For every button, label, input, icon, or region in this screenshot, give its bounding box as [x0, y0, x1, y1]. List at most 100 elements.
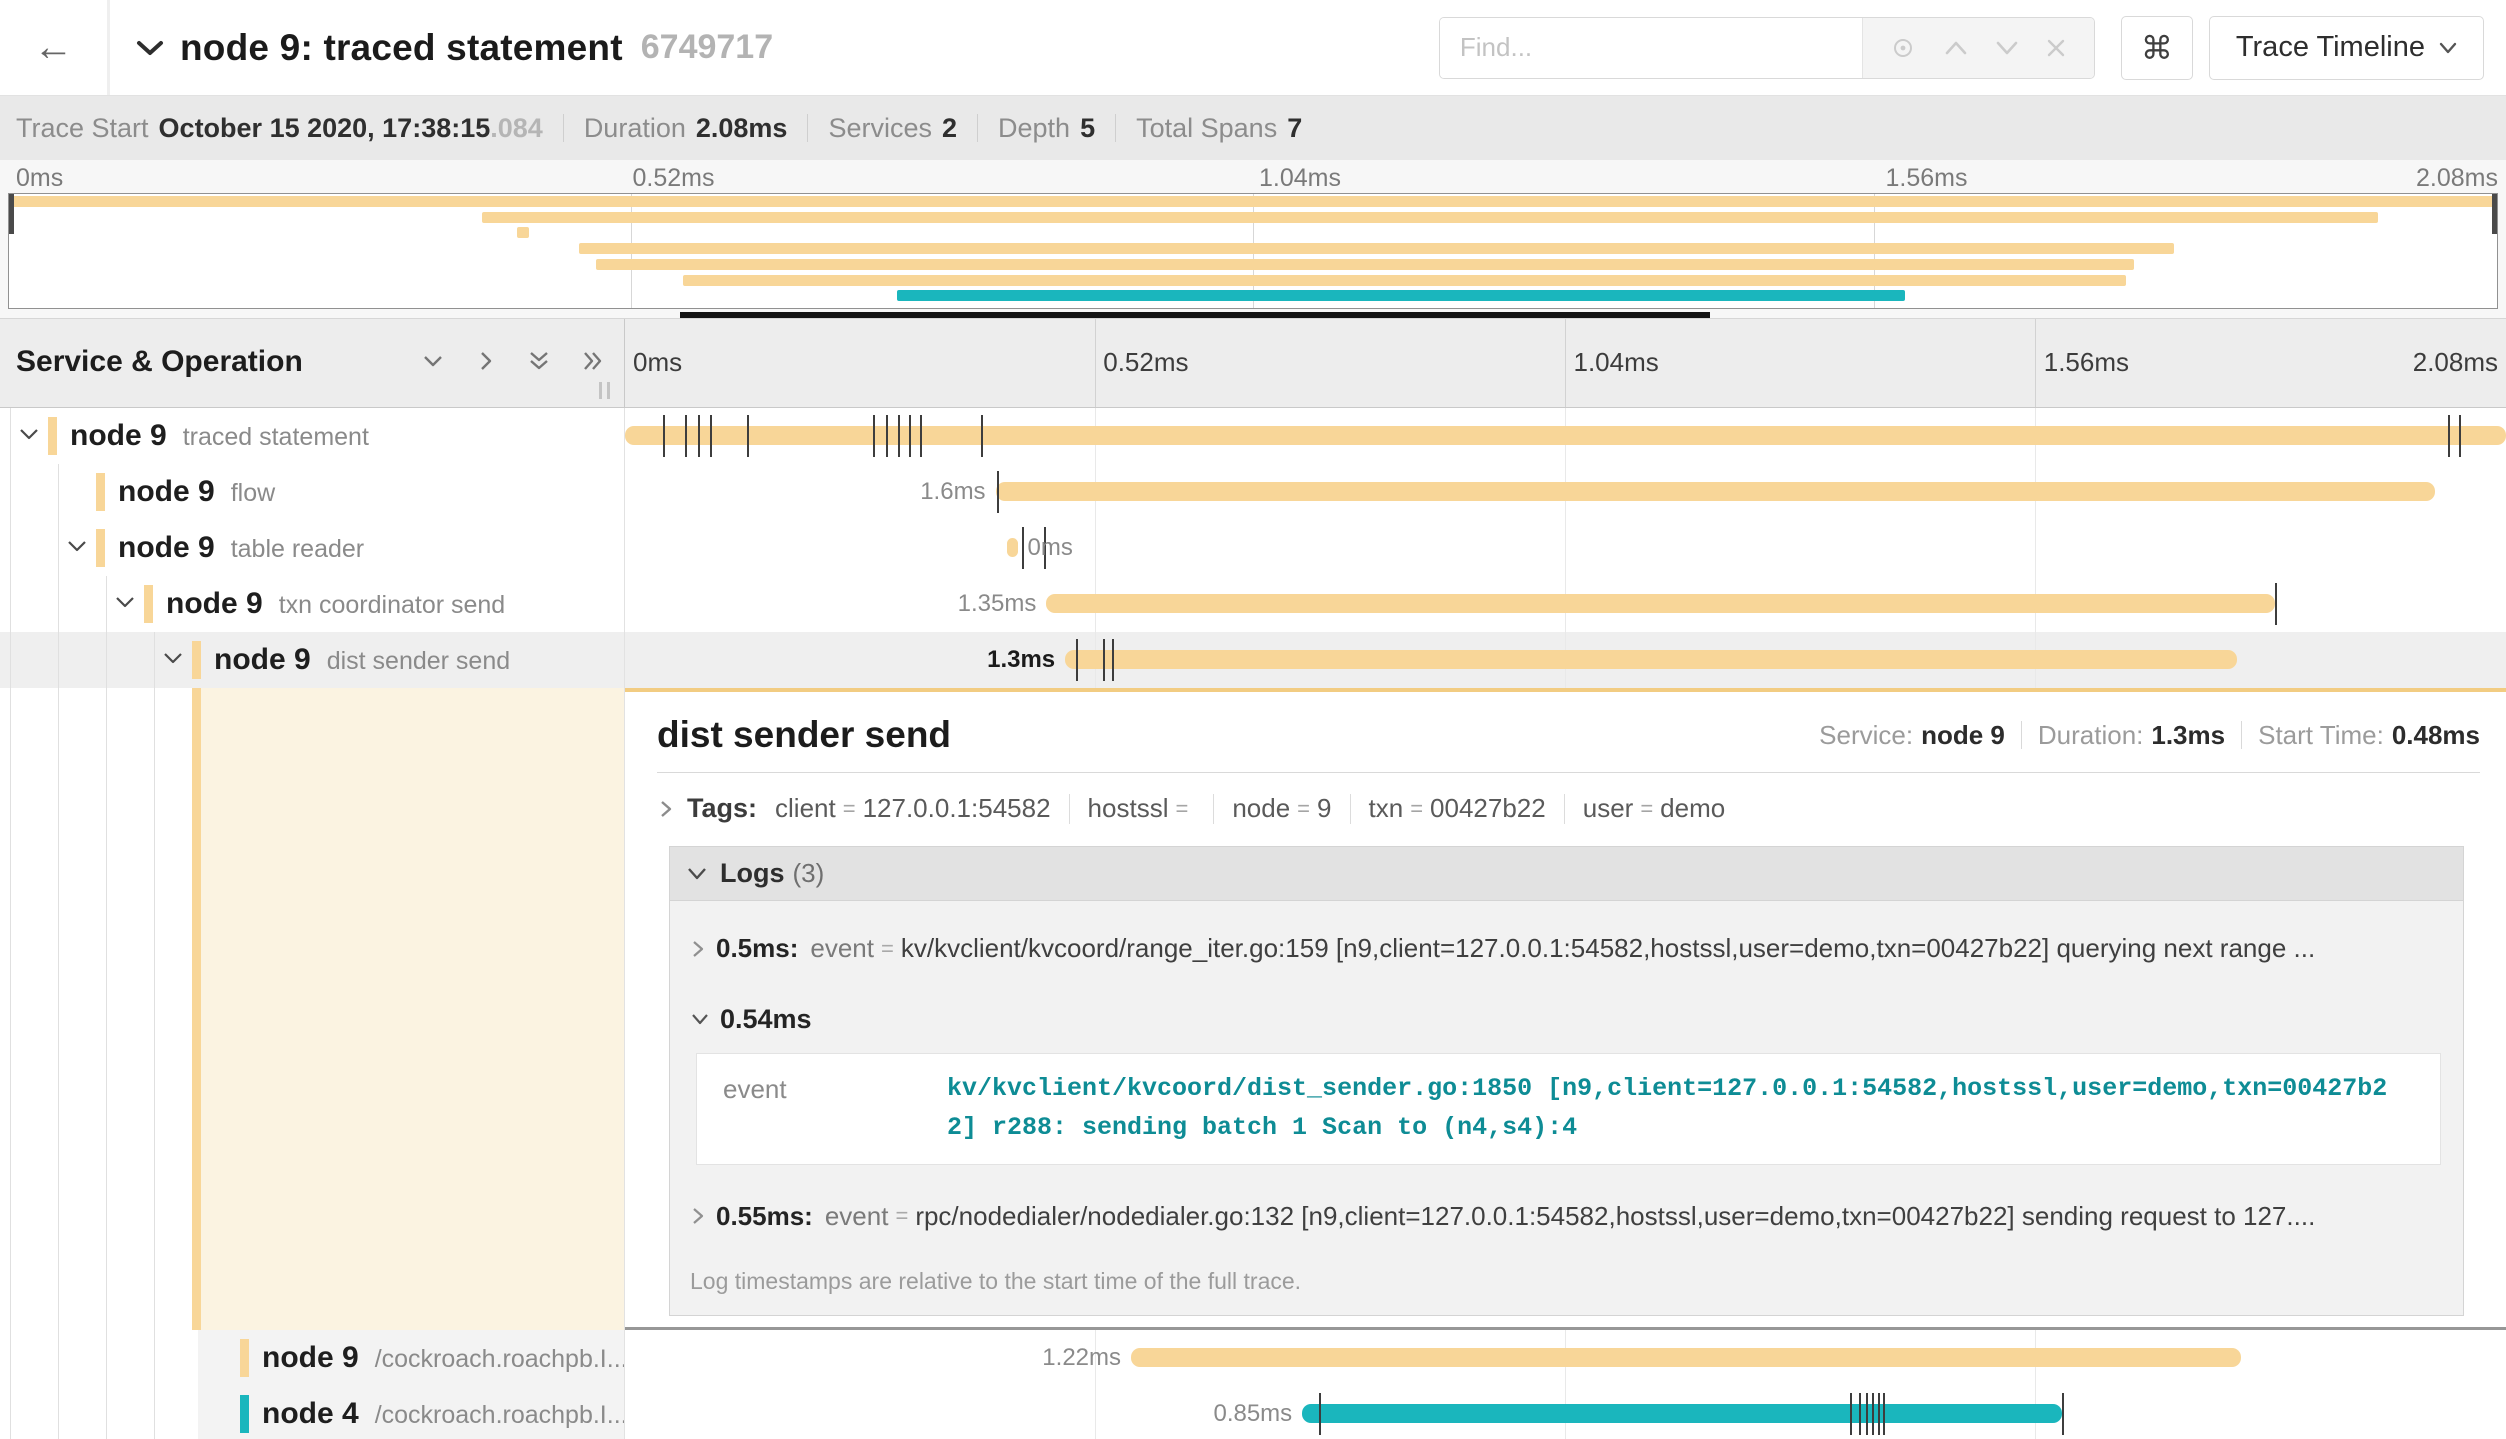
span-name-cell[interactable]: node 9flow [0, 464, 625, 520]
span-bar[interactable] [1302, 1404, 2062, 1423]
span-row[interactable]: node 9/cockroach.roachpb.I...1.22ms [0, 1330, 2506, 1386]
span-name-cell[interactable]: node 4/cockroach.roachpb.I... [0, 1386, 625, 1439]
span-duration-label: 1.3ms [987, 632, 1055, 688]
trace-summary-bar: Trace Start October 15 2020, 17:38:15.08… [0, 96, 2506, 160]
span-name-cell[interactable]: node 9 table reader [0, 520, 625, 576]
span-detail-section: dist sender send Service: node 9 Duratio… [0, 688, 2506, 1330]
span-bar-cell[interactable] [625, 408, 2506, 464]
expand-one-icon[interactable] [474, 349, 498, 375]
service-name: node 9 [70, 419, 167, 452]
tree-chevron-down-icon[interactable] [162, 649, 184, 676]
log-marker-tick [2275, 583, 2277, 625]
service-name: node 9 [118, 531, 215, 564]
span-bar[interactable] [1007, 538, 1018, 557]
trace-minimap[interactable]: 0ms0.52ms1.04ms1.56ms2.08ms [0, 160, 2506, 318]
operation-name: traced statement [183, 423, 369, 451]
prev-match-icon[interactable] [1944, 40, 1968, 56]
tag-item: node=9 [1232, 793, 1331, 824]
minimap-range-handle-right[interactable] [2492, 194, 2497, 234]
log-entry-expanded-header[interactable]: 0.54ms [684, 988, 2449, 1039]
span-duration-label: 0.85ms [1213, 1386, 1292, 1439]
log-marker-tick [1883, 1393, 1885, 1435]
trace-timeline-page: ← node 9: traced statement 6749717 [0, 0, 2506, 1439]
view-selector-button[interactable]: Trace Timeline [2209, 16, 2484, 80]
service-name: node 9 [118, 475, 215, 508]
log-marker-tick [2448, 415, 2450, 457]
back-button[interactable]: ← [0, 0, 110, 95]
log-timestamp: 0.5ms: [716, 933, 798, 964]
expand-all-icon[interactable] [580, 349, 608, 375]
span-id-row: SpanID: 5597415943526560273 [657, 1316, 2480, 1331]
trace-title-group[interactable]: node 9: traced statement 6749717 [110, 27, 773, 69]
span-row[interactable]: node 9txn coordinator send 1.35ms [0, 576, 2506, 632]
divider [563, 114, 564, 142]
find-group [1439, 17, 2095, 79]
tree-guide-line [106, 688, 107, 1330]
span-bar[interactable] [625, 426, 2506, 445]
next-match-icon[interactable] [1995, 40, 2019, 56]
tags-row[interactable]: Tags: client=127.0.0.1:54582 hostssl= no… [657, 793, 2480, 824]
locate-icon[interactable] [1890, 35, 1916, 61]
span-bar[interactable] [1065, 650, 2237, 669]
span-row[interactable]: node 9 table reader 0ms [0, 520, 2506, 576]
log-field-key: event [825, 1201, 889, 1232]
chevron-down-icon[interactable] [136, 39, 164, 57]
operation-name: dist sender send [327, 647, 510, 675]
logs-header[interactable]: Logs (3) [670, 847, 2463, 901]
chevron-right-icon [690, 938, 706, 960]
minimap-range-handle-left[interactable] [9, 194, 14, 234]
minimap-axis-label: 1.04ms [1259, 164, 1341, 193]
start-time-value: 0.48ms [2392, 720, 2480, 751]
divider [1069, 794, 1070, 824]
tree-guide-line [58, 688, 59, 1330]
span-bar[interactable] [1131, 1348, 2241, 1367]
span-name-cell[interactable]: node 9 traced statement [0, 408, 625, 464]
span-bar-cell[interactable]: 1.6ms [625, 464, 2506, 520]
span-row[interactable]: node 9flow1.6ms [0, 464, 2506, 520]
find-input[interactable] [1440, 18, 1862, 78]
span-bar-cell[interactable]: 0ms [625, 520, 2506, 576]
tree-chevron-down-icon[interactable] [114, 593, 136, 620]
span-duration-label: 1.35ms [958, 576, 1037, 632]
span-bar-cell[interactable]: 0.85ms [625, 1386, 2506, 1439]
tree-guide-line [58, 520, 59, 576]
minimap-canvas[interactable] [8, 193, 2498, 309]
collapse-all-icon[interactable] [524, 349, 554, 375]
log-marker-tick [685, 415, 687, 457]
span-row[interactable]: node 9dist sender send 1.3ms [0, 632, 2506, 688]
minimap-lane [683, 275, 2126, 286]
tag-item: client=127.0.0.1:54582 [775, 793, 1051, 824]
clear-search-icon[interactable] [2046, 38, 2066, 58]
duration-value: 2.08ms [696, 113, 788, 144]
span-bar[interactable] [996, 482, 2435, 501]
span-bar-cell[interactable]: 1.35ms [625, 576, 2506, 632]
log-field-value: kv/kvclient/kvcoord/dist_sender.go:1850 … [947, 1070, 2440, 1148]
collapse-one-icon[interactable] [418, 349, 448, 375]
total-spans-value: 7 [1287, 113, 1302, 144]
log-marker-tick [997, 471, 999, 513]
minimap-scrollbar[interactable] [680, 312, 1710, 318]
span-color-strip [240, 1339, 249, 1377]
span-row[interactable]: node 4/cockroach.roachpb.I... 0.85ms [0, 1386, 2506, 1439]
tree-guide-line [154, 1330, 155, 1386]
chevron-right-icon [690, 1205, 706, 1227]
span-bar[interactable] [1046, 594, 2274, 613]
span-row[interactable]: node 9 traced statement [0, 408, 2506, 464]
operation-name: table reader [231, 535, 364, 563]
tree-chevron-down-icon[interactable] [18, 425, 40, 452]
minimap-lane [596, 259, 2134, 270]
span-name-cell[interactable]: node 9dist sender send [0, 632, 625, 688]
log-kv-table: event kv/kvclient/kvcoord/dist_sender.go… [696, 1053, 2441, 1165]
log-entry[interactable]: 0.55ms: event = rpc/nodedialer/nodediale… [684, 1177, 2449, 1256]
span-bar-cell[interactable]: 1.22ms [625, 1330, 2506, 1386]
tags-label: Tags: [687, 793, 757, 824]
span-name-cell[interactable]: node 9txn coordinator send [0, 576, 625, 632]
log-field-key: event [697, 1070, 947, 1148]
span-bar-cell[interactable]: 1.3ms [625, 632, 2506, 688]
column-resizer-grip[interactable] [599, 382, 610, 399]
tree-chevron-down-icon[interactable] [66, 537, 88, 564]
keyboard-shortcuts-button[interactable]: ⌘ [2121, 16, 2193, 80]
ruler-tick-label: 1.04ms [1574, 347, 1659, 378]
log-entry[interactable]: 0.5ms: event = kv/kvclient/kvcoord/range… [684, 909, 2449, 988]
span-name-cell[interactable]: node 9/cockroach.roachpb.I... [0, 1330, 625, 1386]
